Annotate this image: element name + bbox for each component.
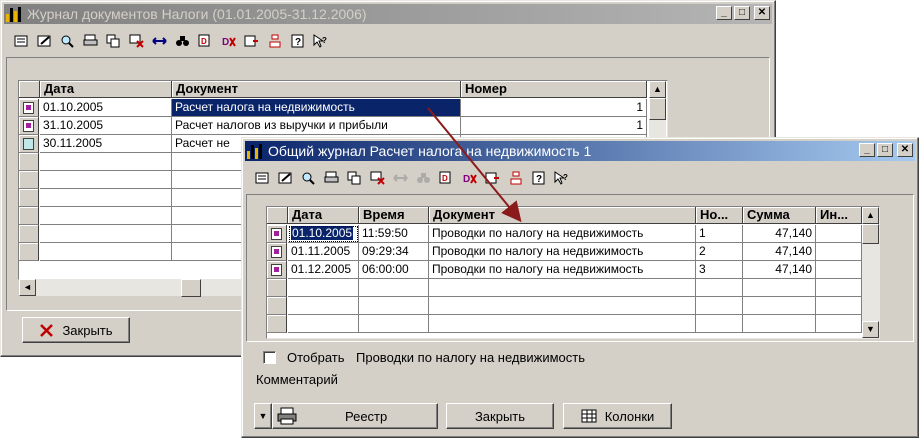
annotation-arrow [427, 107, 522, 223]
